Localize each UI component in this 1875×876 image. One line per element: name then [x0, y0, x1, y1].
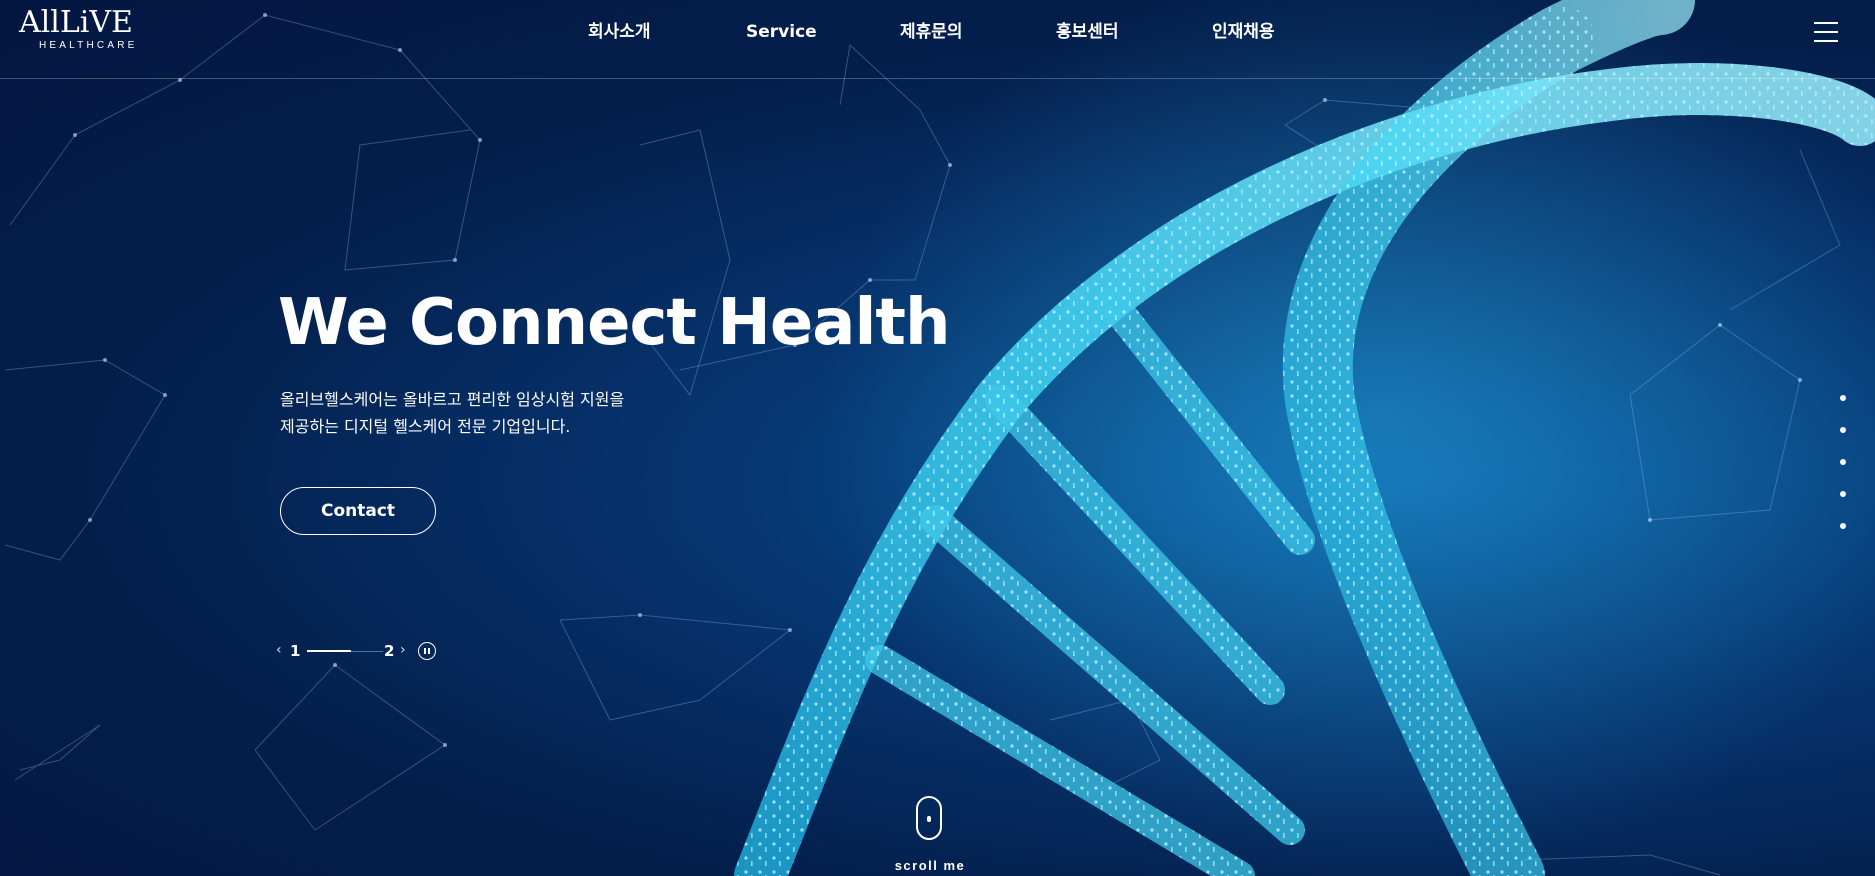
- logo-subtitle: HEALTHCARE: [39, 40, 138, 51]
- mouse-icon: [916, 796, 942, 840]
- pager-total: 2: [384, 642, 395, 660]
- hero-title: We Connect Health: [278, 286, 951, 360]
- dot-icon[interactable]: [1840, 523, 1846, 529]
- nav-item-company[interactable]: 회사소개: [588, 20, 651, 44]
- scroll-label: scroll me: [894, 858, 966, 873]
- nav-item-partnership[interactable]: 제휴문의: [900, 20, 963, 44]
- chevron-left-icon[interactable]: ‹: [276, 642, 282, 658]
- nav-item-careers[interactable]: 인재채용: [1212, 20, 1275, 44]
- side-section-nav: [1840, 395, 1848, 535]
- dot-icon[interactable]: [1840, 427, 1846, 433]
- dot-icon[interactable]: [1840, 459, 1846, 465]
- hero-description: 올리브헬스케어는 올바르고 편리한 임상시험 지원을 제공하는 디지털 헬스케어…: [280, 386, 624, 440]
- pause-icon[interactable]: [418, 642, 436, 660]
- pager-progress-fill: [307, 650, 351, 652]
- contact-button[interactable]: Contact: [280, 487, 436, 535]
- chevron-right-icon[interactable]: ›: [400, 642, 406, 658]
- dot-icon[interactable]: [1840, 491, 1846, 497]
- nav-item-pr-center[interactable]: 홍보센터: [1056, 20, 1119, 44]
- nav-item-service[interactable]: Service: [746, 20, 817, 44]
- hero-description-line-1: 올리브헬스케어는 올바르고 편리한 임상시험 지원을: [280, 390, 625, 409]
- site-header: AllLiVE HEALTHCARE 회사소개 Service 제휴문의 홍보센…: [0, 0, 1875, 79]
- dot-icon[interactable]: [1840, 395, 1846, 401]
- logo-wordmark: AllLiVE: [19, 5, 133, 40]
- pager-current: 1: [290, 642, 301, 660]
- allive-logo[interactable]: AllLiVE HEALTHCARE: [19, 6, 139, 54]
- hero-description-line-2: 제공하는 디지털 헬스케어 전문 기업입니다.: [280, 417, 571, 436]
- hamburger-menu-icon[interactable]: [1814, 20, 1840, 44]
- scroll-indicator[interactable]: scroll me: [890, 796, 970, 876]
